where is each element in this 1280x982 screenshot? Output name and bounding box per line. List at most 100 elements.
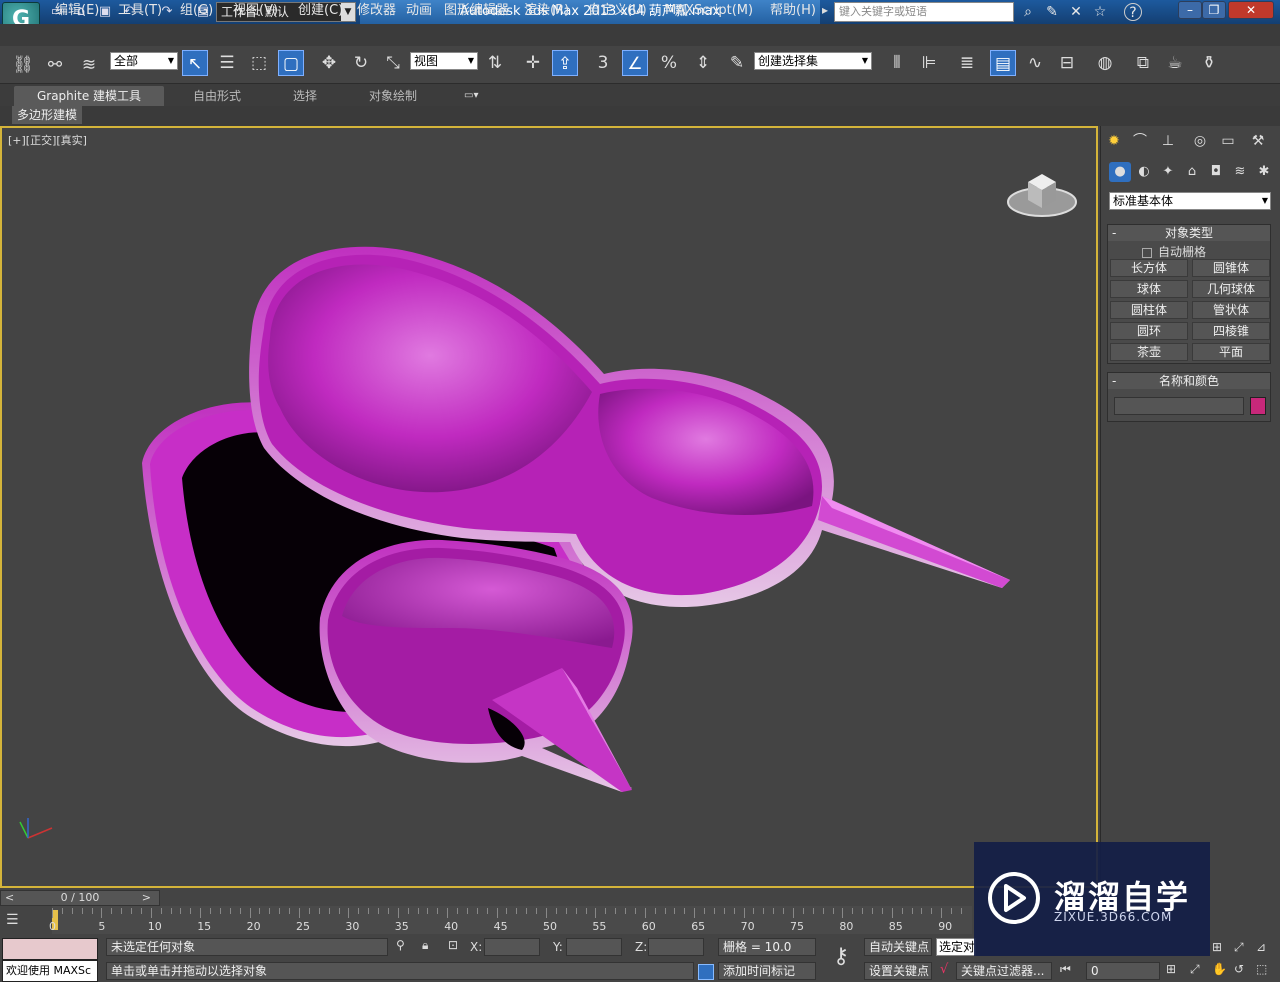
select-by-name-icon[interactable]: ☰ bbox=[214, 50, 240, 76]
set-key-button[interactable]: 设置关键点 bbox=[864, 962, 932, 980]
isolate-icon[interactable]: ⚲ bbox=[396, 938, 405, 952]
zoom-extents-all-icon[interactable]: ⤢ bbox=[1234, 940, 1244, 955]
select-object-icon[interactable]: ↖ bbox=[182, 50, 208, 76]
mirror-icon[interactable]: ⫴ bbox=[884, 50, 910, 76]
pyramid-button[interactable]: 四棱锥 bbox=[1192, 322, 1270, 340]
tab-polygon-modeling[interactable]: 多边形建模 bbox=[12, 106, 82, 124]
rectangular-selection-icon[interactable]: ⬚ bbox=[246, 50, 272, 76]
plane-button[interactable]: 平面 bbox=[1192, 343, 1270, 361]
maxscript-mini-listener[interactable]: 欢迎使用 MAXSc bbox=[2, 960, 98, 982]
menu-rendering[interactable]: 渲染(R) bbox=[524, 2, 569, 20]
move-icon[interactable]: ✥ bbox=[316, 50, 342, 76]
maxscript-listener[interactable] bbox=[2, 938, 98, 960]
render-setup-icon[interactable]: ⧉ bbox=[1130, 50, 1156, 76]
tab-selection[interactable]: 选择 bbox=[293, 86, 317, 106]
pan-view-icon[interactable]: ✋ bbox=[1212, 962, 1227, 976]
key-filters-button[interactable]: 关键点过滤器... bbox=[956, 962, 1052, 980]
object-type-header[interactable]: - 对象类型 bbox=[1108, 225, 1270, 241]
menu-views[interactable]: 视图(V) bbox=[233, 2, 278, 20]
field-of-view-icon[interactable]: ⊿ bbox=[1256, 940, 1266, 954]
keyboard-shortcut-override-icon[interactable]: ⇪ bbox=[552, 50, 578, 76]
snaps-toggle-icon[interactable]: 3 bbox=[590, 50, 616, 76]
window-crossing-icon[interactable]: ▢ bbox=[278, 50, 304, 76]
geometry-icon[interactable]: ● bbox=[1109, 162, 1131, 182]
perspective-viewport[interactable]: [+][正交][真实] bbox=[0, 126, 1098, 888]
modify-tab-icon[interactable]: ⌒ bbox=[1129, 130, 1151, 152]
box-button[interactable]: 长方体 bbox=[1110, 259, 1188, 277]
close-button[interactable]: ✕ bbox=[1228, 1, 1274, 19]
rendered-frame-window-icon[interactable]: ☕ bbox=[1162, 50, 1188, 76]
view-cube[interactable] bbox=[1002, 162, 1082, 222]
systems-icon[interactable]: ✱ bbox=[1253, 162, 1275, 182]
help-button[interactable]: ? bbox=[1124, 3, 1142, 21]
menu-graph-editors[interactable]: 图形编辑器 bbox=[444, 2, 509, 20]
motion-tab-icon[interactable]: ◎ bbox=[1189, 130, 1211, 152]
minimize-button[interactable]: – bbox=[1178, 1, 1202, 19]
percent-snap-icon[interactable]: % bbox=[656, 50, 682, 76]
add-time-tag-button[interactable]: 添加时间标记 bbox=[718, 962, 816, 980]
selection-lock-icon[interactable]: 🔒︎ bbox=[422, 938, 428, 953]
torus-button[interactable]: 圆环 bbox=[1110, 322, 1188, 340]
create-tab-icon[interactable]: ✹ bbox=[1103, 130, 1125, 152]
restore-button[interactable]: ❐ bbox=[1202, 1, 1226, 19]
communication-icon[interactable]: ✕ bbox=[1066, 3, 1086, 21]
zoom-all-icon[interactable]: ⊞ bbox=[1212, 940, 1222, 954]
name-color-header[interactable]: - 名称和颜色 bbox=[1108, 373, 1270, 389]
key-selection-dropdown[interactable]: 选定对 bbox=[936, 938, 976, 956]
layer-manager-icon[interactable]: ≣ bbox=[954, 50, 980, 76]
object-category-dropdown[interactable]: 标准基本体 ▼ bbox=[1109, 192, 1271, 210]
zoom-extents-icon[interactable]: ⤢ bbox=[1190, 962, 1200, 977]
menu-customize[interactable]: 自定义(U) bbox=[588, 2, 647, 20]
angle-snap-icon[interactable]: ∠ bbox=[622, 50, 648, 76]
auto-key-button[interactable]: 自动关键点 bbox=[864, 938, 932, 956]
favorites-star-icon[interactable]: ☆ bbox=[1090, 3, 1110, 21]
geosphere-button[interactable]: 几何球体 bbox=[1192, 280, 1270, 298]
menu-edit[interactable]: 编辑(E) bbox=[55, 2, 99, 20]
ribbon-options-icon[interactable]: ▭▾ bbox=[464, 86, 478, 106]
display-tab-icon[interactable]: ▭ bbox=[1217, 130, 1239, 152]
time-config-icon[interactable]: ⊞ bbox=[1166, 962, 1176, 976]
schematic-view-icon[interactable]: ⊟ bbox=[1054, 50, 1080, 76]
menu-help[interactable]: 帮助(H) bbox=[770, 2, 816, 20]
utilities-tab-icon[interactable]: ⚒ bbox=[1247, 130, 1269, 152]
tab-graphite-modeling[interactable]: Graphite 建模工具 bbox=[14, 86, 164, 106]
unlink-icon[interactable]: ⚯ bbox=[42, 52, 68, 78]
align-icon[interactable]: ⊫ bbox=[916, 50, 942, 76]
go-to-start-icon[interactable]: ⏮ bbox=[1060, 962, 1071, 977]
frame-ruler[interactable]: 0 5 10 15 20 25 30 35 40 45 50 55 60 65 70 75 80 85 90 bbox=[49, 906, 972, 934]
tab-freeform[interactable]: 自由形式 bbox=[193, 86, 241, 106]
selection-filter-dropdown[interactable]: 全部 ▼ bbox=[110, 52, 178, 70]
sphere-button[interactable]: 球体 bbox=[1110, 280, 1188, 298]
search-input[interactable]: 键入关键字或短语 bbox=[834, 2, 1014, 22]
pivot-center-icon[interactable]: ⇅ bbox=[482, 50, 508, 76]
curve-editor-icon[interactable]: ∿ bbox=[1022, 50, 1048, 76]
y-coordinate-input[interactable] bbox=[566, 938, 622, 956]
material-editor-icon[interactable]: ◍ bbox=[1092, 50, 1118, 76]
edit-named-selection-icon[interactable]: ✎ bbox=[724, 50, 750, 76]
subscription-icon[interactable]: ✎ bbox=[1042, 3, 1062, 21]
menu-tools[interactable]: 工具(T) bbox=[118, 2, 162, 20]
maximize-viewport-icon[interactable]: ⬚ bbox=[1256, 962, 1267, 976]
lights-icon[interactable]: ✦ bbox=[1157, 162, 1179, 182]
slider-prev-icon[interactable]: < bbox=[5, 891, 14, 905]
render-production-icon[interactable]: ⚱ bbox=[1196, 50, 1222, 76]
select-manipulate-icon[interactable]: ✛ bbox=[520, 50, 546, 76]
slider-next-icon[interactable]: > bbox=[142, 891, 151, 905]
bind-space-warp-icon[interactable]: ≋ bbox=[76, 52, 102, 78]
menu-group[interactable]: 组(G) bbox=[180, 2, 213, 20]
menu-animation[interactable]: 动画 bbox=[406, 2, 432, 20]
object-name-input[interactable] bbox=[1114, 397, 1244, 415]
cameras-icon[interactable]: ⌂ bbox=[1181, 162, 1203, 182]
binoculars-icon[interactable]: ⌕ bbox=[1018, 3, 1038, 21]
graphite-toggle-icon[interactable]: ▤ bbox=[990, 50, 1016, 76]
title-expand-icon[interactable]: ▸ bbox=[822, 3, 828, 17]
shapes-icon[interactable]: ◐ bbox=[1133, 162, 1155, 182]
object-color-swatch[interactable] bbox=[1250, 397, 1266, 415]
x-coordinate-input[interactable] bbox=[484, 938, 540, 956]
auto-grid-checkbox[interactable]: 自动栅格 bbox=[1142, 243, 1206, 260]
mini-curve-editor-icon[interactable]: ☰ bbox=[6, 912, 36, 930]
tab-object-paint[interactable]: 对象绘制 bbox=[369, 86, 417, 106]
hierarchy-tab-icon[interactable]: ⊥ bbox=[1157, 130, 1179, 152]
menu-create[interactable]: 创建(C) bbox=[298, 2, 343, 20]
z-coordinate-input[interactable] bbox=[648, 938, 704, 956]
